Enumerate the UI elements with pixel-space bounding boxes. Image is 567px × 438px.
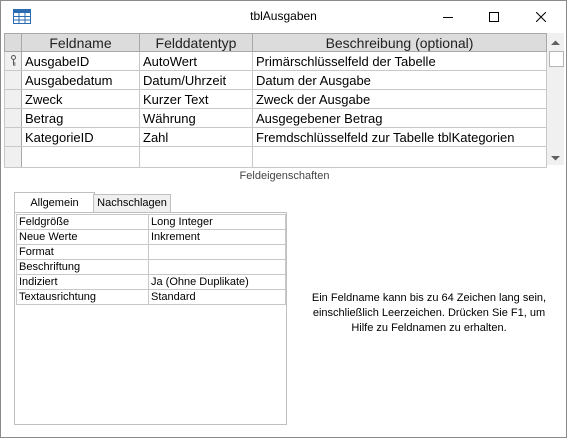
title-bar[interactable]: tblAusgaben [1,1,566,33]
row-selector[interactable] [4,146,22,168]
row-selector[interactable] [4,108,22,128]
property-value[interactable] [148,244,286,260]
scrollbar-thumb[interactable] [549,51,564,67]
property-name: Beschriftung [16,259,149,275]
field-name-cell[interactable]: KategorieID [21,127,140,147]
table-row[interactable]: Ausgabedatum Datum/Uhrzeit Datum der Aus… [4,70,547,90]
field-name-cell[interactable] [21,146,140,168]
property-row[interactable]: Neue Werte Inkrement [16,229,286,245]
table-row[interactable]: AusgabeID AutoWert Primärschlüsselfeld d… [4,51,547,71]
description-cell[interactable]: Fremdschlüsselfeld zur Tabelle tblKatego… [252,127,547,147]
grid-header-row: Feldname Felddatentyp Beschreibung (opti… [4,33,547,52]
row-selector[interactable] [4,70,22,90]
row-selector-header[interactable] [4,33,22,52]
property-name: Format [16,244,149,260]
property-row[interactable]: Beschriftung [16,259,286,275]
tab-allgemein[interactable]: Allgemein [14,192,95,213]
property-value[interactable]: Standard [148,289,286,305]
field-design-grid: Feldname Felddatentyp Beschreibung (opti… [4,33,547,168]
property-value[interactable] [148,259,286,275]
table-design-window: tblAusgaben Feldname Felddatentyp Beschr… [0,0,567,438]
description-cell[interactable] [252,146,547,168]
minimize-icon [443,12,453,22]
property-row[interactable]: Format [16,244,286,260]
scroll-up-button[interactable] [547,33,564,50]
row-selector[interactable] [4,89,22,109]
description-cell[interactable]: Datum der Ausgabe [252,70,547,90]
data-type-cell[interactable]: Zahl [139,127,253,147]
property-row[interactable]: Feldgröße Long Integer [16,214,286,230]
description-cell[interactable]: Zweck der Ausgabe [252,89,547,109]
close-button[interactable] [518,1,564,33]
tab-nachschlagen[interactable]: Nachschlagen [93,194,171,213]
maximize-icon [489,12,499,22]
data-type-cell[interactable]: Kurzer Text [139,89,253,109]
property-value[interactable]: Ja (Ohne Duplikate) [148,274,286,290]
row-selector[interactable] [4,51,22,71]
column-header-data-type[interactable]: Felddatentyp [139,33,253,52]
data-type-cell[interactable] [139,146,253,168]
property-value[interactable]: Inkrement [148,229,286,245]
property-name: Feldgröße [16,214,149,230]
minimize-button[interactable] [425,1,471,33]
field-name-cell[interactable]: Zweck [21,89,140,109]
data-type-cell[interactable]: Währung [139,108,253,128]
field-properties-panel: Feldgröße Long Integer Neue Werte Inkrem… [14,212,287,425]
data-type-cell[interactable]: Datum/Uhrzeit [139,70,253,90]
maximize-button[interactable] [471,1,517,33]
scroll-down-button[interactable] [547,148,564,165]
table-row[interactable]: Zweck Kurzer Text Zweck der Ausgabe [4,89,547,109]
column-header-description[interactable]: Beschreibung (optional) [252,33,547,52]
field-properties-label: Feldeigenschaften [239,170,330,182]
property-value[interactable]: Long Integer [148,214,286,230]
table-row[interactable]: Betrag Währung Ausgegebener Betrag [4,108,547,128]
table-row[interactable]: KategorieID Zahl Fremdschlüsselfeld zur … [4,127,547,147]
chevron-down-icon [551,148,560,166]
column-header-field-name[interactable]: Feldname [21,33,140,52]
field-name-cell[interactable]: Ausgabedatum [21,70,140,90]
field-name-cell[interactable]: Betrag [21,108,140,128]
chevron-up-icon [551,33,560,51]
property-row[interactable]: Indiziert Ja (Ohne Duplikate) [16,274,286,290]
field-name-cell[interactable]: AusgabeID [21,51,140,71]
key-icon [10,55,17,66]
property-name: Neue Werte [16,229,149,245]
description-cell[interactable]: Ausgegebener Betrag [252,108,547,128]
property-name: Textausrichtung [16,289,149,305]
property-name: Indiziert [16,274,149,290]
description-cell[interactable]: Primärschlüsselfeld der Tabelle [252,51,547,71]
vertical-scrollbar[interactable] [547,33,564,165]
data-type-cell[interactable]: AutoWert [139,51,253,71]
property-row[interactable]: Textausrichtung Standard [16,289,286,305]
row-selector[interactable] [4,127,22,147]
close-icon [536,12,546,22]
help-text: Ein Feldname kann bis zu 64 Zeichen lang… [311,292,547,334]
empty-table-row[interactable] [4,146,547,168]
